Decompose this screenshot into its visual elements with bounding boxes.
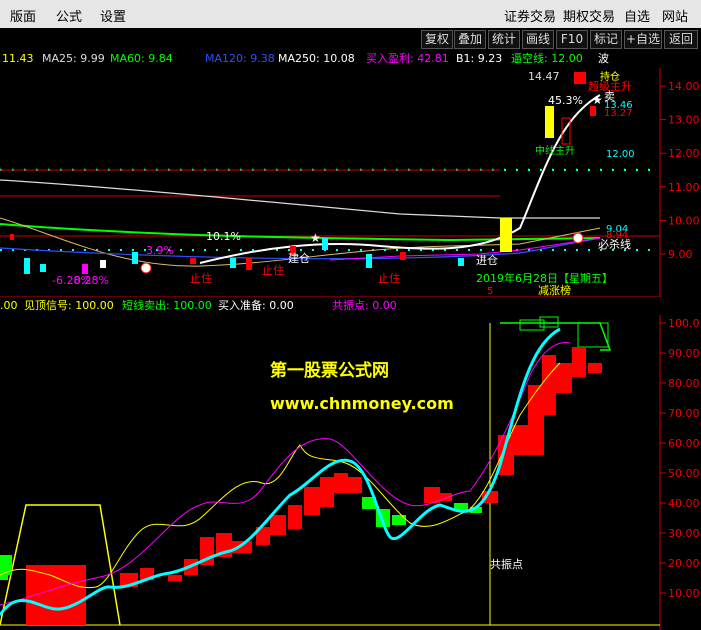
oscillator-axis-tick-label: 80.00 <box>668 377 700 390</box>
chart-toolbar: 复权 叠加 统计 画线 F10 标记 +自选 返回 <box>0 28 701 50</box>
oscillator-axis-tick-label: 50.00 <box>668 467 700 480</box>
add-watchlist-button[interactable]: +自选 <box>624 30 662 49</box>
pct-label: 45.3% <box>548 94 583 107</box>
stop-label: 止住 <box>190 271 212 285</box>
oscillator-indicator-header: .00 见顶信号: 100.00 短线卖出: 100.00 买入准备: 0.00… <box>0 297 660 315</box>
back-button[interactable]: 返回 <box>664 30 698 49</box>
menu-item-settings[interactable]: 设置 <box>100 6 126 25</box>
price-axis-tick-label: 12.00 <box>668 147 700 160</box>
ma250-value: MA250: 10.08 <box>278 52 355 65</box>
oscillator-axis-tick-label: 100.0 <box>668 317 700 330</box>
price-axis-tick-label: 10.00 <box>668 214 700 227</box>
overlay-button[interactable]: 叠加 <box>454 30 486 49</box>
pct3-label: 3.9% <box>146 244 174 257</box>
buy-profit-value: 买入盈利: 42.81 <box>366 52 449 65</box>
menu-item-watchlist[interactable]: 自选 <box>624 6 650 25</box>
watermark-url: www.chnmoney.com <box>270 394 454 413</box>
menu-item-options-trade[interactable]: 期权交易 <box>563 6 615 25</box>
ma120-value: MA120: 9.38 <box>205 52 275 65</box>
price-axis-tick-label: 9.00 <box>668 248 693 261</box>
stop-label-2: 止住 <box>262 263 284 277</box>
ma-prefix-value: 11.43 <box>2 52 34 65</box>
oscillator-axis-tick-label: 30.00 <box>668 527 700 540</box>
adjust-button[interactable]: 复权 <box>421 30 453 49</box>
high-label: 14.47 <box>528 70 560 83</box>
oscillator-axis-tick-label: 10.00 <box>668 587 700 600</box>
price-axis-tick-label: 13.00 <box>668 114 700 127</box>
top-signal-value: 见顶信号: 100.00 <box>24 299 114 312</box>
price-axis-tick-label: 14.00 <box>668 80 700 93</box>
ma25-value: MA25: 9.99 <box>42 52 105 65</box>
menu-bar: 版面 公式 设置 证券交易 期权交易 自选 网站 <box>0 0 701 29</box>
statistics-button[interactable]: 统计 <box>488 30 520 49</box>
menu-item-formula[interactable]: 公式 <box>56 6 82 25</box>
s-marker: 5 <box>487 286 493 297</box>
oscillator-chart[interactable]: 100.0 90.00 80.00 70.00 60.00 50.00 40.00 30.00… <box>0 315 701 630</box>
price-13-27: 13.27 <box>604 108 633 119</box>
draw-line-button[interactable]: 画线 <box>522 30 554 49</box>
menu-item-securities-trade[interactable]: 证券交易 <box>504 6 556 25</box>
stop-label-3: 止住 <box>378 271 400 285</box>
limit-list-label: 减涨榜 <box>538 283 571 297</box>
short-sell-value: 短线卖出: 100.00 <box>122 299 212 312</box>
star-icon: ★ <box>310 231 321 245</box>
oscillator-axis-tick-label: 60.00 <box>668 437 700 450</box>
price-axis-tick-label: 11.00 <box>668 181 700 194</box>
date-label: 2019年6月28日【星期五】 <box>476 271 613 285</box>
wave-label: 波 <box>598 52 609 65</box>
b1-value: B1: 9.23 <box>456 52 503 65</box>
pct2-label: 10.1% <box>206 230 241 243</box>
price-12-00: 12.00 <box>606 149 635 160</box>
star-icon-2: ★ <box>592 93 603 107</box>
buy-prepare-value: 买入准备: 0.00 <box>218 299 294 312</box>
mark-button[interactable]: 标记 <box>590 30 622 49</box>
main-up2-label: 中线主升 <box>535 144 575 157</box>
resonance-value: 共振点: 0.00 <box>332 299 397 312</box>
oscillator-axis-tick-label: 20.00 <box>668 557 700 570</box>
ma60-value: MA60: 9.84 <box>110 52 173 65</box>
f10-button[interactable]: F10 <box>556 30 588 49</box>
resonance-label: 共振点 <box>490 557 523 571</box>
build-label: 建仓 <box>288 251 310 265</box>
menu-item-website[interactable]: 网站 <box>662 6 688 25</box>
menu-item-layout[interactable]: 版面 <box>10 6 36 25</box>
buy-in-label: 进仓 <box>476 253 498 267</box>
oscillator-axis-tick-label: 90.00 <box>668 347 700 360</box>
price-chart[interactable]: 14.00 13.00 12.00 11.00 10.00 9.00 14.47 45.3… <box>0 68 701 297</box>
empty-line-value: 逼空线: 12.00 <box>511 52 583 65</box>
price-indicator-header: 11.43 MA25: 9.99 MA60: 9.84 MA120: 9.38 … <box>0 50 660 68</box>
hold-label: 持仓 <box>600 70 620 83</box>
prefix-value: .00 <box>0 299 18 312</box>
must-sell-label: 必杀线 <box>598 237 631 251</box>
watermark-name: 第一股票公式网 <box>270 360 389 381</box>
oscillator-axis-tick-label: 40.00 <box>668 497 700 510</box>
pct5-label: 0.28% <box>74 274 109 287</box>
oscillator-axis-tick-label: 70.00 <box>668 407 700 420</box>
plus-signal-icon-2 <box>572 232 584 244</box>
plus-signal-icon <box>140 262 152 274</box>
